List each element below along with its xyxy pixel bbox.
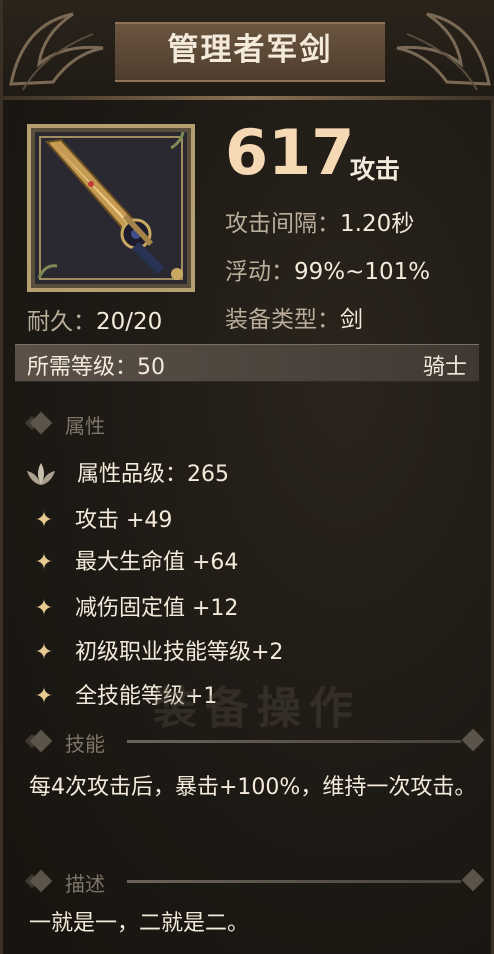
durability-row: 耐久：20/20 [27,302,162,336]
attack-value: 617 [225,116,355,189]
required-level-label: 所需等级： [27,355,138,380]
attribute-line-text: 最大生命值 +64 [75,550,239,575]
required-level-value: 50 [137,355,166,380]
durability-label: 耐久： [27,309,96,335]
attribute-line: ✦ 攻击 +49 [33,502,173,534]
item-name: 管理者军剑 [167,32,333,68]
skill-section-title: 技能 [65,732,105,756]
equipment-type-label: 装备类型： [225,307,340,333]
section-diamond-icon [29,869,53,893]
required-class: 骑士 [422,355,467,380]
header-divider [3,96,494,100]
float-row: 浮动：99%~101% [225,252,430,286]
sparkle-icon: ✦ [34,596,54,621]
float-value: 99%~101% [294,259,431,285]
description-section-header: 描述 [24,866,487,896]
attribute-grade-row: 属性品级：265 [27,456,230,489]
header: 管理者军剑 [3,0,494,100]
skill-section-header: 技能 [24,726,487,756]
durability-value: 20/20 [96,309,163,335]
sword-icon [37,131,185,280]
sparkle-icon: ✦ [34,640,54,665]
item-tooltip: 管理者军剑 617 攻击 攻击间隔：1.20秒 浮动：99%~101% 装备类型… [0,0,494,954]
attack-interval-label: 攻击间隔： [225,211,340,237]
equipment-type-row: 装备类型：剑 [225,300,363,334]
attribute-grade-label: 属性品级： [77,462,188,487]
section-diamond-icon [461,868,485,892]
attribute-line: ✦ 最大生命值 +64 [33,544,239,576]
attributes-section-header: 属性 [24,408,487,438]
attribute-line: ✦ 初级职业技能等级+2 [33,634,284,666]
attack-interval-value: 1.20秒 [340,211,415,237]
section-diamond-icon [29,729,53,753]
section-diamond-icon [461,728,485,752]
description-section-title: 描述 [65,872,105,896]
attack-label: 攻击 [350,155,401,184]
section-diamond-icon [29,411,53,435]
section-line [127,740,461,743]
item-icon-frame [27,124,195,292]
attribute-line-text: 攻击 +49 [75,508,173,533]
description-text: 一就是一，二就是二。 [29,911,250,936]
float-label: 浮动： [225,259,294,285]
sparkle-icon: ✦ [34,508,54,533]
attack-interval-row: 攻击间隔：1.20秒 [225,204,414,238]
sparkle-icon: ✦ [34,684,54,709]
attribute-line: ✦ 减伤固定值 +12 [33,590,239,622]
attribute-line-text: 减伤固定值 +12 [75,596,239,621]
lotus-icon [27,463,55,485]
required-level-bar: 所需等级：50 骑士 [15,344,479,382]
sparkle-icon: ✦ [34,550,54,575]
section-line [127,880,461,883]
attribute-line-text: 初级职业技能等级+2 [75,640,284,665]
equipment-type-value: 剑 [340,307,363,333]
required-level: 所需等级：50 [27,349,165,381]
attribute-grade-value: 265 [187,462,230,487]
attributes-section-title: 属性 [65,414,105,438]
skill-text: 每4次攻击后，暴击+100%，维持一次攻击。 [29,775,477,800]
